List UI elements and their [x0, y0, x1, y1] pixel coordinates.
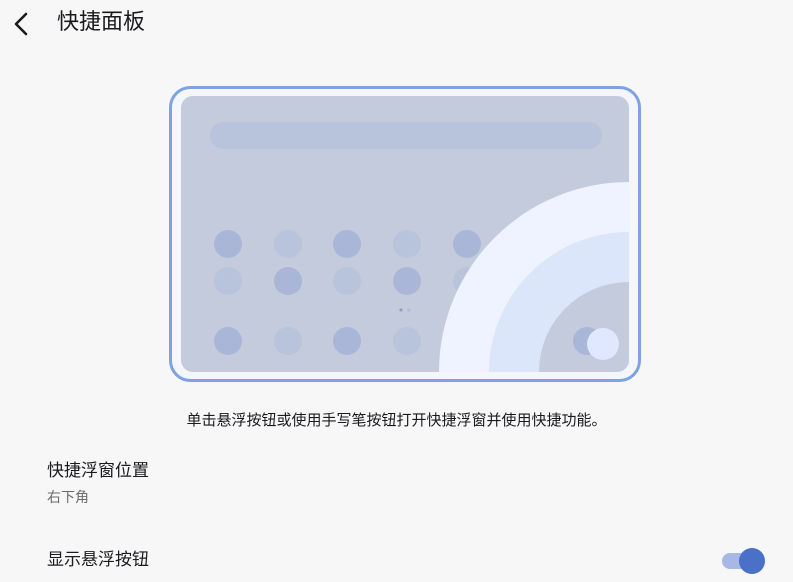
quick-panel-preview-illustration: [169, 86, 641, 382]
page-title: 快捷面板: [57, 10, 146, 35]
quick-window-position-setting[interactable]: 快捷浮窗位置 右下角: [0, 452, 793, 512]
show-float-button-toggle[interactable]: [720, 546, 766, 574]
float-button-preview: [587, 328, 619, 360]
quick-window-position-title: 快捷浮窗位置: [47, 461, 149, 481]
preview-description: 单击悬浮按钮或使用手写笔按钮打开快捷浮窗并使用快捷功能。: [186, 411, 607, 429]
show-float-button-setting[interactable]: 显示悬浮按钮: [0, 540, 793, 582]
back-button[interactable]: [6, 8, 38, 40]
show-float-button-title: 显示悬浮按钮: [47, 550, 149, 570]
top-bar: 快捷面板: [0, 0, 793, 52]
quick-window-position-value: 右下角: [47, 490, 89, 506]
search-bar-placeholder: [210, 122, 602, 149]
chevron-left-icon: [14, 12, 28, 36]
toggle-thumb: [739, 548, 765, 574]
